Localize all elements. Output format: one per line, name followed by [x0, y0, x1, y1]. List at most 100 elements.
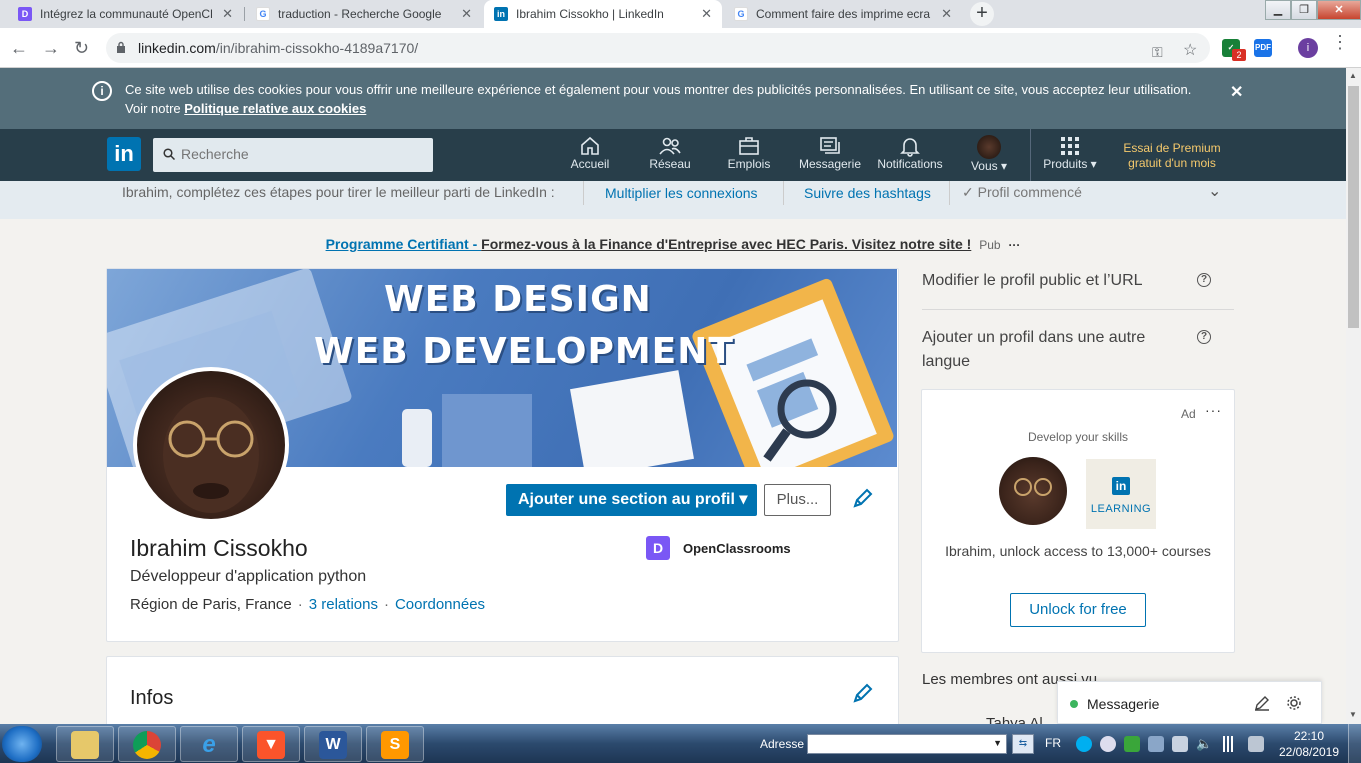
close-tab-icon[interactable]: ✕: [941, 6, 952, 22]
dropdown-arrow-icon[interactable]: ▼: [993, 738, 1002, 748]
nav-jobs[interactable]: Emplois: [724, 135, 774, 181]
compose-icon[interactable]: [1254, 695, 1270, 711]
scroll-up-icon[interactable]: ▲: [1349, 71, 1357, 80]
chrome-menu-icon[interactable]: ⋮: [1331, 33, 1349, 51]
show-desktop-button[interactable]: [1348, 724, 1361, 763]
jobs-icon: [739, 137, 759, 155]
taskbar-brave[interactable]: ▼: [242, 726, 300, 762]
caret-down-icon: ▾: [739, 491, 748, 508]
word-icon: W: [319, 731, 347, 759]
cookie-policy-link[interactable]: Politique relative aux cookies: [184, 101, 366, 116]
nav-products[interactable]: Produits ▾: [1038, 135, 1102, 181]
browser-tab[interactable]: G traduction - Recherche Google ✕: [246, 0, 482, 28]
ad-text[interactable]: Formez-vous à la Finance d'Entreprise av…: [481, 236, 971, 252]
windows-start-button[interactable]: [2, 726, 42, 762]
more-button[interactable]: Plus...: [764, 484, 831, 516]
linkedin-logo[interactable]: in: [107, 137, 141, 171]
device-tray-icon[interactable]: [1172, 736, 1188, 752]
profile-name: Ibrahim Cissokho: [130, 535, 308, 561]
connections-link[interactable]: 3 relations: [309, 596, 378, 613]
nav-home[interactable]: Accueil: [566, 135, 614, 181]
step-follow-hashtags[interactable]: Suivre des hashtags: [804, 185, 931, 201]
contact-info-link[interactable]: Coordonnées: [395, 596, 485, 613]
signal-icon[interactable]: [1220, 736, 1236, 752]
search-box[interactable]: [153, 138, 433, 172]
system-clock[interactable]: 22:10 22/08/2019: [1278, 728, 1340, 760]
add-language-profile-link[interactable]: Ajouter un profil dans une autre langue: [922, 326, 1182, 374]
skype-tray-icon[interactable]: [1100, 736, 1116, 752]
settings-gear-icon[interactable]: [1286, 695, 1302, 711]
messaging-bar[interactable]: Messagerie: [1057, 681, 1322, 724]
battery-icon[interactable]: [1248, 736, 1264, 752]
scrollbar-thumb[interactable]: [1348, 86, 1359, 328]
help-icon[interactable]: ?: [1197, 273, 1211, 287]
nav-messaging[interactable]: Messagerie: [797, 135, 863, 181]
close-tab-icon[interactable]: ✕: [461, 6, 472, 22]
close-tab-icon[interactable]: ✕: [222, 6, 233, 22]
premium-trial-link[interactable]: Essai de Premium gratuit d'un mois: [1120, 141, 1224, 171]
address-bar[interactable]: linkedin.com/in/ibrahim-cissokho-4189a71…: [106, 33, 1210, 63]
network-tray-icon[interactable]: [1148, 736, 1164, 752]
taskbar-address-input[interactable]: ▼: [807, 734, 1007, 754]
forward-icon[interactable]: →: [42, 38, 60, 58]
education-entry[interactable]: D OpenClassrooms: [646, 536, 791, 560]
back-icon[interactable]: ←: [10, 38, 28, 58]
profile-location-line: Région de Paris, France · 3 relations · Coor…: [130, 596, 486, 613]
new-tab-button[interactable]: +: [970, 2, 994, 26]
profile-top-card: WEB DESIGN WEB DEVELOPMENT Ajouter une s…: [106, 268, 899, 642]
browser-tabstrip: D Intégrez la communauté OpenCl ✕ G trad…: [0, 0, 1361, 28]
internet-explorer-icon: e: [202, 731, 216, 758]
scroll-down-icon[interactable]: ▼: [1349, 710, 1357, 719]
edit-pencil-icon[interactable]: [851, 683, 873, 705]
key-icon[interactable]: ⚿: [1152, 44, 1163, 61]
chevron-down-icon[interactable]: ⌄: [1208, 181, 1221, 201]
nav-notifications[interactable]: Notifications: [873, 135, 947, 181]
edit-pencil-icon[interactable]: [851, 488, 873, 510]
input-language[interactable]: FR: [1045, 736, 1061, 750]
ad-pub-label: Pub: [979, 238, 1001, 252]
close-icon[interactable]: ✕: [1230, 82, 1243, 102]
browser-tab-active[interactable]: in Ibrahim Cissokho | LinkedIn ✕: [484, 0, 722, 28]
pdf-extension-icon[interactable]: PDF: [1254, 39, 1272, 57]
taskbar-word[interactable]: W: [304, 726, 362, 762]
profile-photo[interactable]: [133, 367, 289, 523]
nav-me[interactable]: Vous ▾: [964, 135, 1014, 181]
go-button[interactable]: ⇆: [1012, 734, 1034, 754]
security-icon[interactable]: [1124, 736, 1140, 752]
browser-tab[interactable]: G Comment faire des imprime ecra ✕: [724, 0, 962, 28]
brave-icon: ▼: [257, 731, 285, 759]
page-scrollbar[interactable]: ▲ ▼: [1346, 68, 1361, 724]
search-input[interactable]: [181, 146, 421, 162]
ad-offer-text: Ibrahim, unlock access to 13,000+ course…: [945, 543, 1211, 559]
browser-tab[interactable]: D Intégrez la communauté OpenCl ✕: [8, 0, 243, 28]
taskbar-sublime[interactable]: S: [366, 726, 424, 762]
maximize-button[interactable]: ❐: [1291, 0, 1317, 20]
tab-divider: [244, 7, 245, 21]
chrome-profile-avatar[interactable]: i: [1298, 38, 1318, 58]
tab-title: Ibrahim Cissokho | LinkedIn: [516, 7, 664, 21]
profile-location: Région de Paris, France: [130, 596, 292, 613]
banner-text-line1: WEB DESIGN: [384, 279, 652, 320]
volume-icon[interactable]: 🔈: [1196, 736, 1212, 752]
close-tab-icon[interactable]: ✕: [701, 6, 712, 22]
tab-title: traduction - Recherche Google: [278, 7, 442, 21]
ad-options-icon[interactable]: ···: [1008, 238, 1020, 252]
edit-public-profile-link[interactable]: Modifier le profil public et l’URL: [922, 269, 1143, 293]
ad-options-icon[interactable]: ···: [1205, 402, 1222, 418]
close-window-button[interactable]: ✕: [1317, 0, 1361, 20]
unlock-for-free-button[interactable]: Unlock for free: [1010, 593, 1146, 627]
skype-icon[interactable]: [1076, 736, 1092, 752]
taskbar-chrome[interactable]: [118, 726, 176, 762]
divider: [783, 181, 784, 205]
minimize-button[interactable]: ▁: [1265, 0, 1291, 20]
reload-icon[interactable]: ↻: [74, 38, 89, 58]
step-grow-network[interactable]: Multiplier les connexions: [605, 185, 758, 201]
add-profile-section-button[interactable]: Ajouter une section au profil ▾: [506, 484, 757, 516]
nav-network[interactable]: Réseau: [646, 135, 694, 181]
taskbar-explorer[interactable]: [56, 726, 114, 762]
taskbar-ie[interactable]: e: [180, 726, 238, 762]
clock-date: 22/08/2019: [1278, 745, 1340, 759]
help-icon[interactable]: ?: [1197, 330, 1211, 344]
star-icon[interactable]: ☆: [1183, 40, 1197, 60]
ad-link[interactable]: Programme Certifiant -: [326, 236, 482, 252]
